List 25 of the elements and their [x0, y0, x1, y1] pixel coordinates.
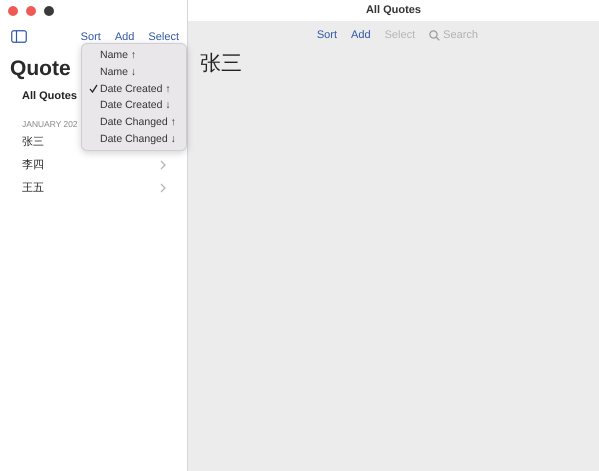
sidebar-icon[interactable] [11, 30, 27, 43]
detail-heading: 张三 [200, 50, 243, 77]
toolbar-button[interactable]: Sort [80, 30, 101, 42]
menu-item[interactable]: Date Changed ↓ [82, 130, 186, 148]
toolbar-button[interactable]: Add [351, 29, 371, 41]
search-icon [429, 30, 440, 40]
zoom-window-button[interactable] [44, 6, 54, 16]
window-title: All Quotes [188, 0, 599, 21]
chevron-icon [160, 160, 166, 170]
menu-item[interactable]: Date Created ↓ [82, 97, 186, 114]
menu-item[interactable]: Date Changed ↑ [82, 114, 186, 130]
chevron-icon [160, 182, 166, 192]
search-field[interactable]: Search [429, 29, 490, 41]
menu-item[interactable]: Date Created ↑ [82, 80, 186, 98]
menu-item[interactable]: Name ↓ [82, 64, 186, 80]
sidebar-title: Quote [10, 57, 71, 81]
close-window-button[interactable] [8, 6, 18, 16]
list-item[interactable]: 王五 [22, 180, 160, 195]
menu-item[interactable]: Name ↑ [82, 47, 186, 64]
list-item[interactable]: 李四 [22, 157, 160, 172]
section-header: JANUARY 202 [22, 119, 78, 129]
minimize-window-button[interactable] [26, 6, 36, 16]
toolbar-button[interactable]: Select [148, 30, 179, 42]
toolbar-button[interactable]: Add [114, 30, 134, 42]
toolbar-button[interactable]: Sort [316, 29, 338, 41]
